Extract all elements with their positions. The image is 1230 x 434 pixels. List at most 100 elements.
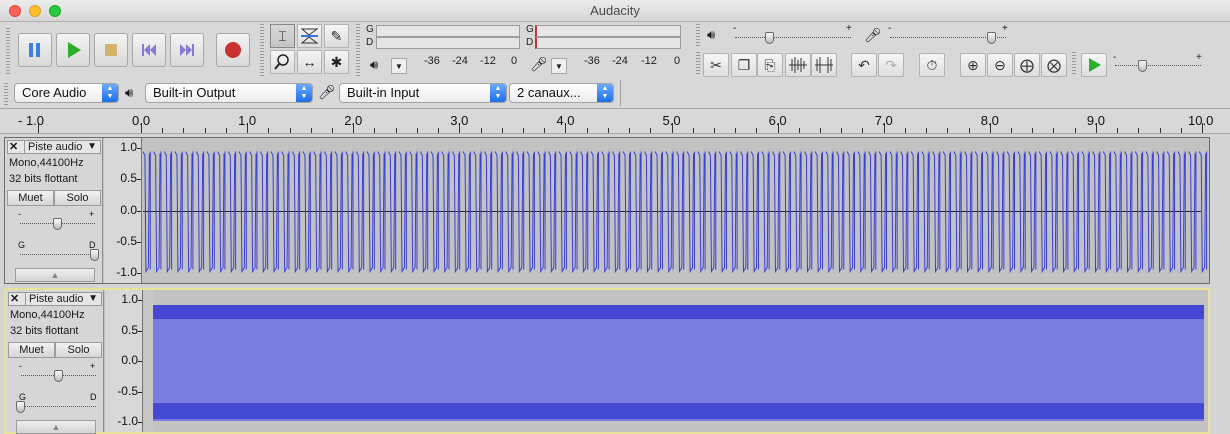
input-device-icon: 🎤︎	[318, 84, 336, 100]
amplitude-ruler[interactable]: 1.0 0.5 0.0 -0.5 -1.0	[104, 138, 142, 283]
audio-track[interactable]: ✕ Piste audio ▼ Mono,44100Hz 32 bits flo…	[4, 137, 1210, 284]
play-at-speed-toolbar-grip[interactable]	[1072, 52, 1076, 76]
clipboard-icon: ⎘	[764, 57, 776, 73]
track-control-panel: ✕ Piste audio ▼ Mono,44100Hz 32 bits flo…	[5, 138, 103, 283]
pan-slider-thumb[interactable]	[16, 401, 25, 413]
tools-toolbar-grip[interactable]	[260, 24, 264, 76]
edit-toolbar-grip[interactable]	[696, 52, 700, 76]
gain-min-label: -	[18, 209, 21, 219]
record-button[interactable]	[216, 33, 250, 67]
ruler-label: 0.0	[132, 113, 151, 128]
input-volume-thumb[interactable]	[987, 32, 996, 44]
amplitude-label: -1.0	[116, 265, 137, 279]
track-menu-button[interactable]: ✕ Piste audio ▼	[7, 140, 101, 154]
output-volume-slider[interactable]	[735, 37, 851, 38]
input-device-select[interactable]: Built-in Input ▲ ▼	[339, 83, 507, 103]
collapse-track-button[interactable]: ▲	[16, 420, 96, 434]
scissors-icon: ✂	[710, 57, 722, 73]
cut-button[interactable]: ✂	[703, 53, 729, 77]
silence-button[interactable]	[811, 53, 837, 77]
play-at-speed-icon	[1089, 58, 1101, 72]
ruler-label: 4.0	[556, 113, 575, 128]
close-track-icon[interactable]: ✕	[9, 141, 22, 153]
ruler-minor-tick	[841, 128, 843, 133]
sync-lock-button[interactable]: ⏱︎	[919, 53, 945, 77]
time-shift-tool[interactable]: ↔	[297, 50, 322, 74]
record-meter-right-label: D	[526, 37, 534, 48]
ruler-minor-tick	[331, 128, 333, 133]
skip-to-start-button[interactable]	[132, 33, 166, 67]
amplitude-tick	[138, 422, 142, 423]
redo-button[interactable]: ↷	[878, 53, 904, 77]
record-meter-menu-button[interactable]: ▼	[551, 58, 567, 74]
envelope-tool[interactable]	[297, 24, 322, 48]
amplitude-tick	[137, 179, 141, 181]
mute-button[interactable]: Muet	[7, 190, 54, 206]
undo-button[interactable]: ↶	[851, 53, 877, 77]
draw-tool[interactable]: ✎	[324, 24, 349, 48]
meter-toolbar-grip[interactable]	[356, 24, 360, 76]
microphone-icon[interactable]: 🎤︎	[530, 56, 548, 73]
audio-track-selected[interactable]: ✕ Piste audio ▼ Mono,44100Hz 32 bits flo…	[4, 288, 1210, 434]
ruler-minor-tick	[947, 128, 949, 133]
fit-selection-button[interactable]: ⨁	[1014, 53, 1040, 77]
skip-to-end-button[interactable]	[170, 33, 204, 67]
multi-tool[interactable]: ✱	[324, 50, 349, 74]
pencil-icon: ✎	[330, 28, 343, 44]
track-menu-button[interactable]: ✕ Piste audio ▼	[8, 292, 102, 306]
copy-button[interactable]: ❐	[731, 53, 757, 77]
paste-button[interactable]: ⎘	[757, 53, 783, 77]
stop-button[interactable]	[94, 33, 128, 67]
zoom-tool[interactable]	[270, 50, 295, 74]
playback-meter-right-label: D	[366, 37, 374, 48]
output-device-select[interactable]: Built-in Output ▲ ▼	[145, 83, 313, 103]
waveform-display[interactable]	[144, 290, 1208, 432]
mixer-toolbar-grip[interactable]	[696, 24, 700, 46]
playback-meter-menu-button[interactable]: ▼	[391, 58, 407, 74]
pause-button[interactable]	[18, 33, 52, 67]
output-volume-thumb[interactable]	[765, 32, 774, 44]
ruler-minor-tick	[735, 128, 737, 133]
pan-slider-thumb[interactable]	[90, 249, 99, 261]
collapse-track-button[interactable]: ▲	[15, 268, 95, 282]
amplitude-label: 1.0	[120, 140, 137, 154]
playback-meter-right[interactable]	[376, 37, 520, 49]
solo-button[interactable]: Solo	[55, 342, 102, 358]
solo-button[interactable]: Solo	[54, 190, 101, 206]
transport-toolbar-grip[interactable]	[6, 28, 10, 76]
play-speed-slider[interactable]	[1115, 65, 1201, 66]
window-title: Audacity	[590, 3, 640, 18]
gain-slider-thumb[interactable]	[52, 218, 62, 230]
ruler-minor-tick	[204, 128, 206, 133]
device-toolbar-grip[interactable]	[4, 83, 8, 105]
speaker-icon[interactable]: 🔊︎	[370, 57, 378, 73]
play-speed-thumb[interactable]	[1138, 60, 1147, 72]
play-at-speed-button[interactable]	[1081, 53, 1107, 77]
play-icon	[68, 42, 81, 58]
skip-end-icon	[180, 44, 194, 56]
pan-slider[interactable]	[20, 254, 95, 255]
playback-meter-left[interactable]	[376, 25, 520, 37]
mute-button[interactable]: Muet	[8, 342, 55, 358]
zoom-in-button[interactable]: ⊕	[960, 53, 986, 77]
amplitude-label: 0.5	[120, 171, 137, 186]
record-meter-left[interactable]	[535, 25, 681, 37]
close-track-icon[interactable]: ✕	[10, 293, 23, 305]
waveform-display[interactable]	[143, 138, 1209, 283]
selection-tool[interactable]: ⌶	[270, 24, 295, 48]
output-device-icon: 🔊︎	[125, 85, 134, 100]
play-button[interactable]	[56, 33, 90, 67]
record-meter-right[interactable]	[535, 37, 681, 49]
timeline-ruler[interactable]: - 1.0 0.0 1.0 2.0 3.0 4.0 5.0 6.0 7.0 8.0 9.0 10.0	[0, 108, 1230, 134]
copy-icon: ❐	[737, 57, 751, 73]
amplitude-ruler[interactable]: 1.0 0.5 0.0 -0.5 -1.0	[105, 290, 143, 432]
audio-host-select[interactable]: Core Audio ▲ ▼	[14, 83, 119, 103]
input-channels-select[interactable]: 2 canaux... ▲ ▼	[509, 83, 614, 103]
fit-project-button[interactable]: ⨂	[1041, 53, 1067, 77]
ruler-minor-tick	[798, 128, 800, 133]
trim-button[interactable]	[785, 53, 811, 77]
pan-slider[interactable]	[21, 406, 96, 407]
input-channels-value: 2 canaux...	[517, 85, 581, 100]
gain-slider-thumb[interactable]	[53, 370, 63, 382]
zoom-out-button[interactable]: ⊖	[987, 53, 1013, 77]
